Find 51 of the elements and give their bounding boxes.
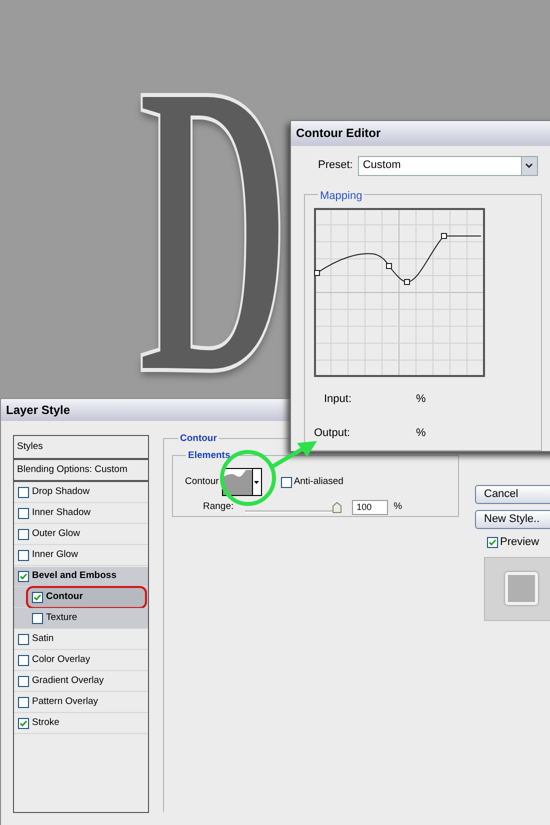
range-slider-thumb[interactable] [332, 502, 342, 512]
effect-list-item[interactable]: Outer Glow [14, 524, 148, 544]
effect-list-item[interactable]: Contour [28, 588, 145, 606]
output-label: Output: [314, 426, 352, 442]
checkbox[interactable] [18, 570, 29, 582]
anti-aliased-label: Anti-aliased [294, 474, 344, 489]
contour-picker[interactable] [222, 468, 262, 496]
checkbox[interactable] [18, 508, 29, 518]
effect-list-item[interactable]: Color Overlay [14, 650, 148, 670]
effect-list-item[interactable]: Inner Glow [14, 546, 148, 564]
checkbox[interactable] [18, 486, 29, 498]
styles-header[interactable]: Styles [17, 440, 43, 454]
effect-list-item[interactable]: Bevel and Emboss [14, 566, 148, 586]
canvas-letter: D [138, 82, 290, 376]
checkbox[interactable] [18, 654, 29, 666]
checkbox[interactable] [18, 550, 29, 560]
checkbox[interactable] [32, 592, 43, 602]
blending-options-item[interactable]: Blending Options: Custom [17, 462, 128, 478]
dialog-button[interactable]: New Style.. [475, 510, 550, 529]
contour-thumbnail-icon [222, 469, 252, 495]
effect-list-item[interactable]: Satin [14, 630, 148, 648]
output-unit: % [416, 426, 427, 442]
effect-list-item[interactable]: Pattern Overlay [14, 692, 148, 712]
preview-label: Preview [500, 535, 540, 550]
checkbox[interactable] [18, 676, 29, 686]
callout-arrow [268, 440, 318, 470]
range-unit: % [394, 500, 402, 514]
preset-label: Preset: [318, 158, 353, 174]
preview-swatch-drawing [505, 572, 538, 605]
input-unit: % [416, 392, 427, 407]
range-value-field[interactable]: 100 [352, 500, 388, 515]
effect-list-item[interactable]: Stroke [14, 714, 148, 732]
checkbox[interactable] [18, 718, 29, 728]
input-label: Input: [324, 392, 353, 407]
dialog-title: Contour Editor [296, 125, 381, 142]
dropdown-caret-icon [254, 480, 260, 484]
dialog-title: Layer Style [6, 402, 70, 419]
effect-list-item[interactable]: Drop Shadow [14, 482, 148, 502]
effect-list-item[interactable]: Gradient Overlay [14, 672, 148, 690]
checkbox[interactable] [280, 476, 292, 488]
checkbox[interactable] [487, 536, 498, 548]
chevron-down-icon [525, 163, 534, 168]
dialog-button[interactable]: Cancel [475, 485, 550, 504]
checkbox[interactable] [18, 634, 29, 644]
preset-select[interactable]: Custom [358, 156, 538, 176]
effect-list-item[interactable]: Inner Shadow [14, 504, 148, 522]
checkbox[interactable] [18, 528, 29, 540]
checkbox[interactable] [32, 612, 43, 624]
contour-label: Contour [185, 474, 219, 489]
checkbox[interactable] [18, 696, 29, 708]
range-label: Range: [203, 500, 234, 514]
